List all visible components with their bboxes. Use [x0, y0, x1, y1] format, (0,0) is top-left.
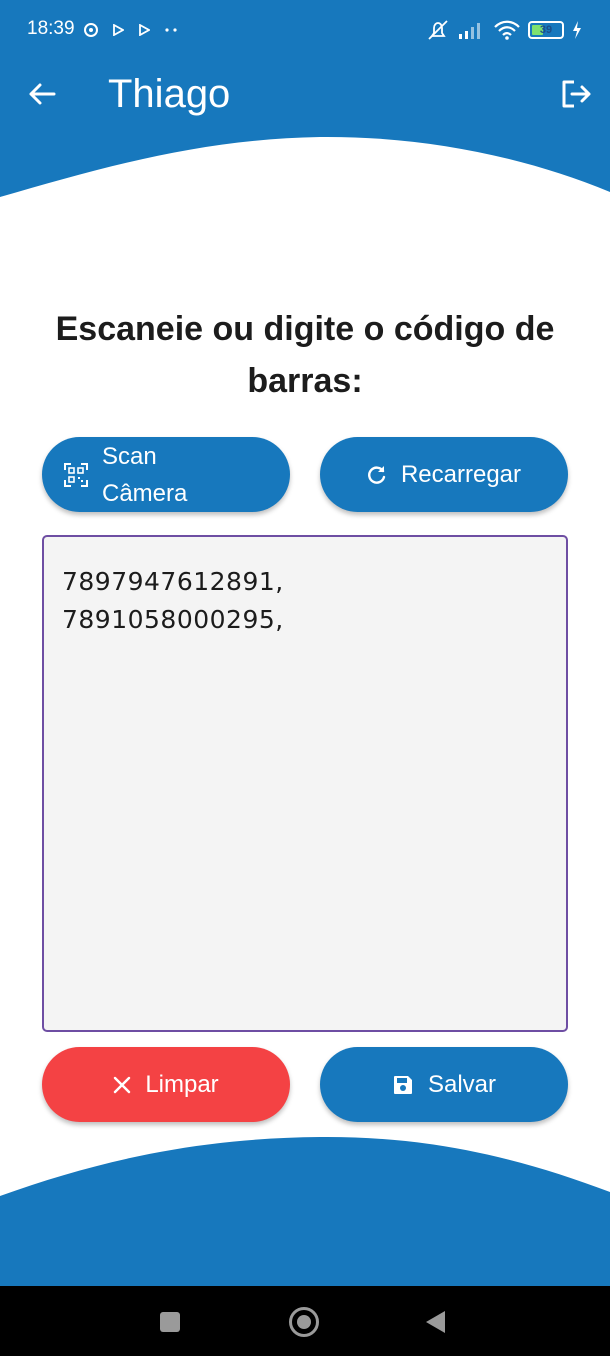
- close-icon: [114, 1076, 131, 1093]
- qr-scan-icon: [64, 462, 88, 487]
- status-system-icons: 39: [426, 18, 582, 42]
- back-button[interactable]: [22, 74, 62, 114]
- status-time: 18:39: [27, 18, 75, 39]
- status-bar: 18:39 39: [0, 0, 610, 62]
- battery-icon: 39: [528, 21, 564, 39]
- save-icon: [393, 1075, 412, 1094]
- refresh-icon: [368, 465, 386, 484]
- mute-vibrate-icon: [428, 20, 448, 40]
- play-icon: [139, 24, 150, 36]
- reload-button-label: Recarregar: [400, 460, 522, 488]
- status-notification-icons: [84, 18, 178, 42]
- logout-icon: [562, 80, 591, 108]
- back-triangle-icon: [426, 1311, 445, 1333]
- system-navigation-bar: [0, 1286, 610, 1356]
- instruction-heading: Escaneie ou digite o código de barras:: [55, 310, 555, 400]
- charging-icon: [573, 21, 581, 39]
- recents-square-icon: [160, 1312, 180, 1332]
- save-button-label: Salvar: [427, 1070, 497, 1098]
- recents-button[interactable]: [152, 1304, 188, 1340]
- page-title: Thiago: [108, 72, 231, 116]
- reload-button[interactable]: Recarregar: [320, 437, 568, 512]
- scan-button-label: Scan Câmera: [102, 438, 187, 512]
- logout-button[interactable]: [556, 74, 596, 114]
- more-dots-icon: [165, 28, 177, 32]
- scan-button-label-line1: Scan: [102, 442, 157, 470]
- signal-icon: [459, 23, 480, 39]
- save-button[interactable]: Salvar: [320, 1047, 568, 1122]
- arrow-left-icon: [29, 83, 56, 105]
- home-circle-icon: [289, 1307, 319, 1337]
- play-icon: [113, 24, 124, 36]
- clear-button-label: Limpar: [145, 1070, 219, 1098]
- scan-camera-button[interactable]: Scan Câmera: [42, 437, 290, 512]
- wifi-icon: [494, 20, 520, 40]
- footer-wave-background: [0, 1136, 610, 1286]
- clear-button[interactable]: Limpar: [42, 1047, 290, 1122]
- system-back-button[interactable]: [418, 1304, 454, 1340]
- chrome-icon: [84, 23, 98, 37]
- scan-button-label-line2: Câmera: [102, 479, 188, 507]
- barcode-input-field[interactable]: [42, 535, 568, 1032]
- battery-level-text: 39: [539, 24, 553, 36]
- home-button[interactable]: [286, 1304, 322, 1340]
